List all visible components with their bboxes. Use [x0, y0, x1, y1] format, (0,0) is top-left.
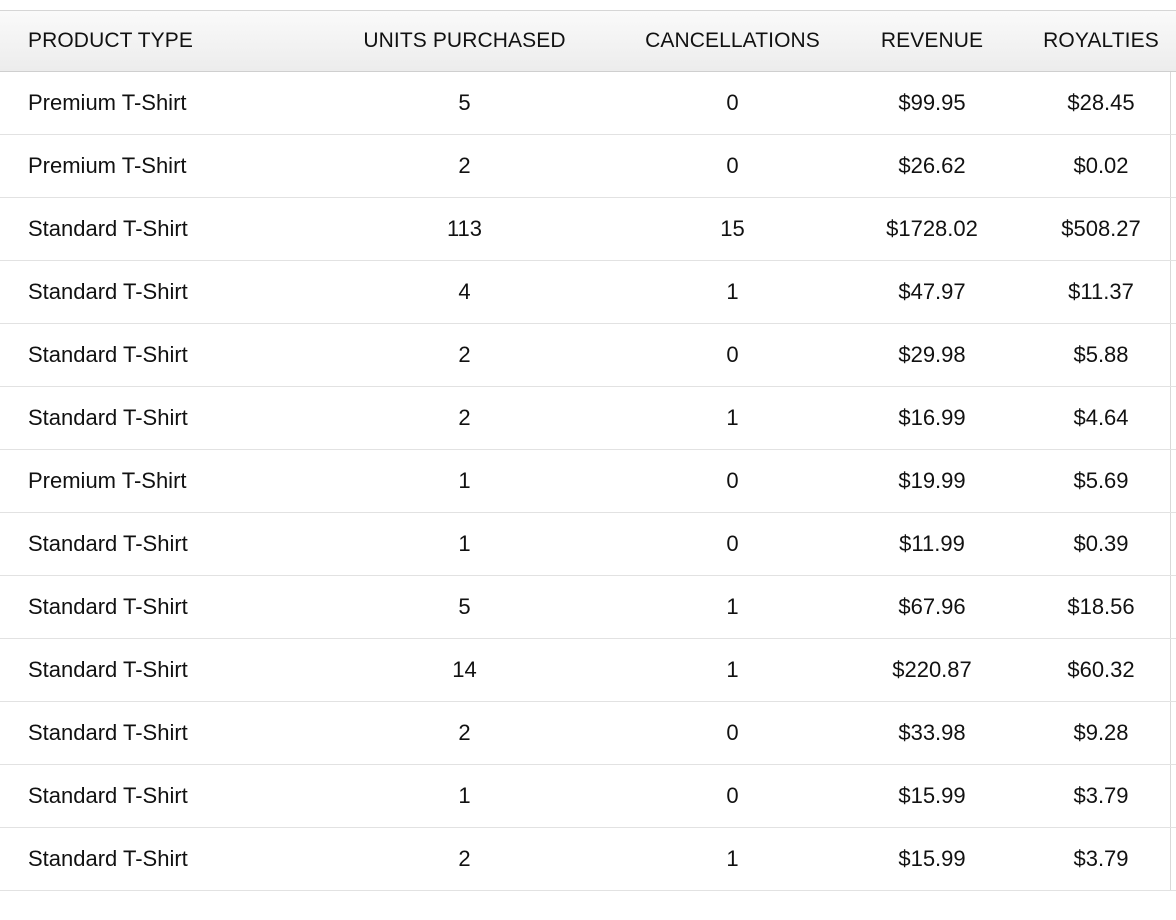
cell-product-type: Standard T-Shirt	[0, 764, 313, 828]
table-row: Standard T-Shirt 14 1 $220.87 $60.32	[0, 638, 1176, 702]
cell-revenue: $220.87	[849, 638, 1015, 702]
cell-cancellations: 1	[616, 575, 849, 639]
cell-units-purchased: 4	[313, 260, 616, 324]
cell-product-type: Standard T-Shirt	[0, 386, 313, 450]
table-row: Standard T-Shirt 2 1 $16.99 $4.64	[0, 386, 1176, 450]
cell-revenue: $33.98	[849, 701, 1015, 765]
cell-royalties: $0.39	[1015, 512, 1176, 576]
cell-royalties: $18.56	[1015, 575, 1176, 639]
cell-product-type: Standard T-Shirt	[0, 260, 313, 324]
cell-royalties: $60.32	[1015, 638, 1176, 702]
cell-royalties: $5.69	[1015, 449, 1176, 513]
table-row: Standard T-Shirt 5 1 $67.96 $18.56	[0, 575, 1176, 639]
cell-units-purchased: 14	[313, 638, 616, 702]
cell-revenue: $15.99	[849, 827, 1015, 891]
column-header-cancellations[interactable]: CANCELLATIONS	[616, 10, 849, 72]
cell-revenue: $29.98	[849, 323, 1015, 387]
cell-revenue: $67.96	[849, 575, 1015, 639]
cell-units-purchased: 2	[313, 827, 616, 891]
cell-revenue: $99.95	[849, 71, 1015, 135]
cell-units-purchased: 2	[313, 386, 616, 450]
header-row: PRODUCT TYPE UNITS PURCHASED CANCELLATIO…	[0, 10, 1176, 72]
cell-product-type: Premium T-Shirt	[0, 134, 313, 198]
cell-units-purchased: 2	[313, 323, 616, 387]
cell-cancellations: 0	[616, 764, 849, 828]
cell-royalties: $4.64	[1015, 386, 1176, 450]
cell-royalties: $508.27	[1015, 197, 1176, 261]
cell-product-type: Standard T-Shirt	[0, 827, 313, 891]
cell-royalties: $0.02	[1015, 134, 1176, 198]
cell-units-purchased: 1	[313, 764, 616, 828]
cell-cancellations: 1	[616, 638, 849, 702]
table-row: Standard T-Shirt 4 1 $47.97 $11.37	[0, 260, 1176, 324]
cell-revenue: $26.62	[849, 134, 1015, 198]
cell-royalties: $28.45	[1015, 71, 1176, 135]
cell-royalties: $11.37	[1015, 260, 1176, 324]
cell-revenue: $15.99	[849, 764, 1015, 828]
column-header-product-type[interactable]: PRODUCT TYPE	[0, 10, 313, 72]
table-header: PRODUCT TYPE UNITS PURCHASED CANCELLATIO…	[0, 10, 1176, 72]
cell-product-type: Standard T-Shirt	[0, 638, 313, 702]
cell-cancellations: 0	[616, 512, 849, 576]
table-row: Standard T-Shirt 2 0 $33.98 $9.28	[0, 701, 1176, 765]
cell-product-type: Standard T-Shirt	[0, 701, 313, 765]
table-row: Standard T-Shirt 1 0 $15.99 $3.79	[0, 764, 1176, 828]
table-row: Premium T-Shirt 1 0 $19.99 $5.69	[0, 449, 1176, 513]
table-row: Premium T-Shirt 2 0 $26.62 $0.02	[0, 134, 1176, 198]
cell-cancellations: 0	[616, 701, 849, 765]
cell-product-type: Standard T-Shirt	[0, 512, 313, 576]
cell-product-type: Standard T-Shirt	[0, 575, 313, 639]
cell-revenue: $19.99	[849, 449, 1015, 513]
cell-cancellations: 0	[616, 449, 849, 513]
cell-product-type: Premium T-Shirt	[0, 449, 313, 513]
table-row: Premium T-Shirt 5 0 $99.95 $28.45	[0, 71, 1176, 135]
cell-units-purchased: 2	[313, 134, 616, 198]
cell-cancellations: 0	[616, 134, 849, 198]
table-row: Standard T-Shirt 2 1 $15.99 $3.79	[0, 827, 1176, 891]
cell-units-purchased: 113	[313, 197, 616, 261]
cell-royalties: $5.88	[1015, 323, 1176, 387]
table-row: Standard T-Shirt 1 0 $11.99 $0.39	[0, 512, 1176, 576]
cell-revenue: $47.97	[849, 260, 1015, 324]
table-body: Premium T-Shirt 5 0 $99.95 $28.45 Premium T-S…	[0, 71, 1176, 891]
table-row: Standard T-Shirt 2 0 $29.98 $5.88	[0, 323, 1176, 387]
sales-table: PRODUCT TYPE UNITS PURCHASED CANCELLATIO…	[0, 10, 1176, 891]
column-header-units-purchased[interactable]: UNITS PURCHASED	[313, 10, 616, 72]
cell-cancellations: 0	[616, 71, 849, 135]
cell-units-purchased: 2	[313, 701, 616, 765]
cell-royalties: $9.28	[1015, 701, 1176, 765]
cell-product-type: Standard T-Shirt	[0, 323, 313, 387]
cell-product-type: Standard T-Shirt	[0, 197, 313, 261]
table-row: Standard T-Shirt 113 15 $1728.02 $508.27	[0, 197, 1176, 261]
cell-royalties: $3.79	[1015, 827, 1176, 891]
column-header-revenue[interactable]: REVENUE	[849, 10, 1015, 72]
cell-royalties: $3.79	[1015, 764, 1176, 828]
cell-cancellations: 0	[616, 323, 849, 387]
cell-revenue: $1728.02	[849, 197, 1015, 261]
cell-cancellations: 15	[616, 197, 849, 261]
sales-table-container: PRODUCT TYPE UNITS PURCHASED CANCELLATIO…	[0, 10, 1176, 891]
cell-units-purchased: 1	[313, 449, 616, 513]
cell-revenue: $16.99	[849, 386, 1015, 450]
cell-units-purchased: 1	[313, 512, 616, 576]
cell-cancellations: 1	[616, 386, 849, 450]
column-header-royalties[interactable]: ROYALTIES	[1015, 10, 1176, 72]
cell-cancellations: 1	[616, 260, 849, 324]
cell-cancellations: 1	[616, 827, 849, 891]
cell-revenue: $11.99	[849, 512, 1015, 576]
cell-units-purchased: 5	[313, 71, 616, 135]
cell-product-type: Premium T-Shirt	[0, 71, 313, 135]
cell-units-purchased: 5	[313, 575, 616, 639]
